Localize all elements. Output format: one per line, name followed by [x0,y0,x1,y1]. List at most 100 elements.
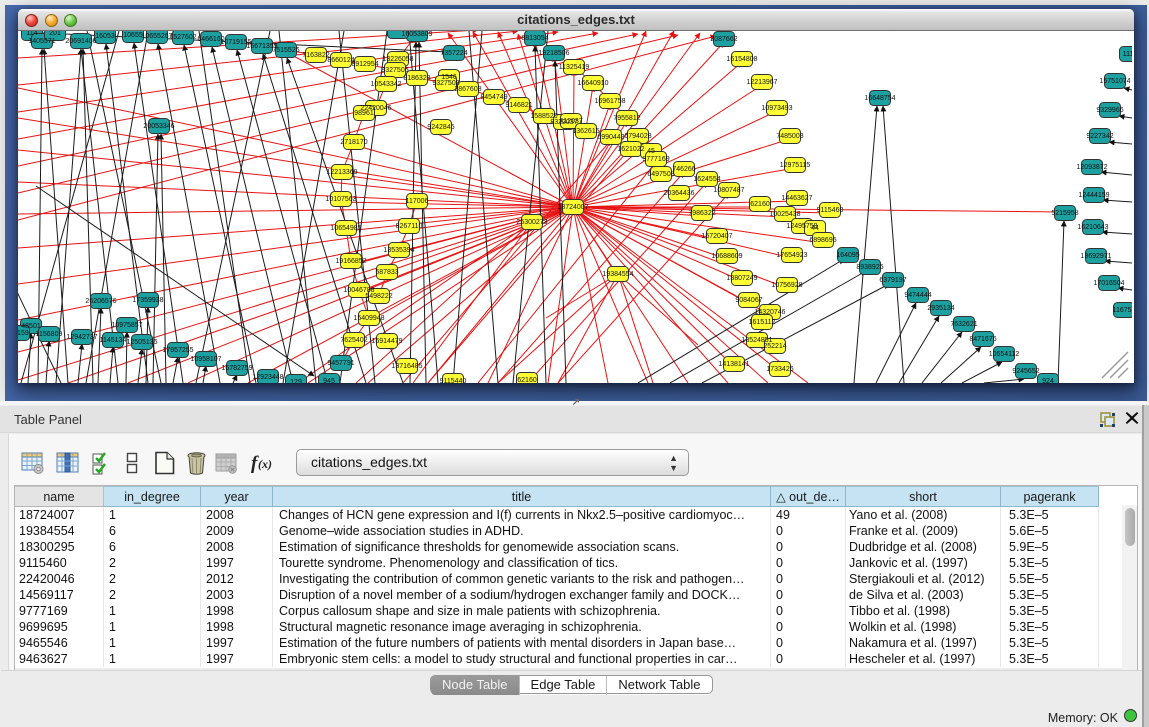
svg-text:201: 201 [49,31,61,37]
svg-text:1527602: 1527602 [169,34,196,41]
svg-text:9457791: 9457791 [327,360,354,367]
svg-text:117006: 117006 [406,198,429,205]
svg-text:17654923: 17654923 [776,252,807,259]
svg-text:12444159: 12444159 [1078,192,1109,199]
svg-text:20364436: 20364436 [663,190,694,197]
svg-text:1117: 1117 [1123,51,1132,58]
svg-text:8912954: 8912954 [351,61,378,68]
svg-text:8471676: 8471676 [969,336,996,343]
svg-text:19218506: 19218506 [538,50,569,57]
svg-text:15751074: 15751074 [1099,78,1130,85]
svg-text:6990443: 6990443 [597,134,624,141]
svg-text:12093872: 12093872 [1076,164,1107,171]
svg-text:19166852: 19166852 [335,258,366,265]
svg-text:1621022: 1621022 [617,146,644,153]
svg-text:12923448: 12923448 [252,374,283,381]
svg-text:2935134: 2935134 [927,305,954,312]
svg-text:48501: 48501 [21,323,41,330]
svg-text:9245652: 9245652 [1012,368,1039,375]
svg-text:945: 945 [323,378,335,383]
svg-text:10973493: 10973493 [761,105,792,112]
svg-text:18807249: 18807249 [726,275,757,282]
svg-text:9242845: 9242845 [427,124,454,131]
svg-text:12213967: 12213967 [746,79,777,86]
svg-text:15720407: 15720407 [701,233,732,240]
svg-text:10655267: 10655267 [141,33,172,40]
svg-text:8813054: 8813054 [521,35,548,42]
svg-text:15409948: 15409948 [353,315,384,322]
svg-text:14138141: 14138141 [718,361,749,368]
svg-text:20053346: 20053346 [143,123,174,130]
svg-text:9115440: 9115440 [440,378,467,383]
svg-text:17359938: 17359938 [132,297,163,304]
svg-text:7163822: 7163822 [302,52,329,59]
svg-text:13692971: 13692971 [1080,253,1111,260]
svg-text:62160: 62160 [750,201,770,208]
svg-text:16648754: 16648754 [864,95,895,102]
svg-text:7485003: 7485003 [776,133,803,140]
svg-text:13535394: 13535394 [383,247,414,254]
svg-text:5498222: 5498222 [365,293,392,300]
svg-text:10688609: 10688609 [711,253,742,260]
svg-text:1624554: 1624554 [693,176,720,183]
svg-text:7357224: 7357224 [440,50,467,57]
svg-text:2087662: 2087662 [710,36,737,43]
svg-text:10756928: 10756928 [771,282,802,289]
svg-text:10107563: 10107563 [325,196,356,203]
svg-text:587833: 587833 [375,269,398,276]
svg-text:10655: 10655 [123,32,143,39]
svg-text:1615112: 1615112 [749,319,776,326]
svg-text:9777169: 9777169 [642,156,669,163]
svg-text:2867608: 2867608 [454,86,481,93]
svg-text:44: 44 [811,225,819,232]
svg-text:10543342: 10543342 [370,81,401,88]
svg-text:9329966: 9329966 [1096,107,1123,114]
svg-text:17957255: 17957255 [162,347,193,354]
svg-text:39159: 39159 [18,330,29,337]
svg-text:924: 924 [1042,378,1054,383]
svg-text:(x): (x) [258,457,272,471]
svg-text:7625402: 7625402 [340,337,367,344]
svg-text:114: 114 [26,31,37,37]
svg-text:8938925: 8938925 [856,264,883,271]
svg-text:9227342: 9227342 [1086,133,1113,140]
svg-text:17016504: 17016504 [1093,280,1124,287]
svg-text:1156809: 1156809 [36,331,63,338]
svg-text:25300273: 25300273 [516,219,547,226]
svg-text:12505135: 12505135 [126,339,157,346]
svg-text:9327505: 9327505 [381,67,408,74]
svg-text:9084067: 9084067 [735,297,762,304]
svg-text:10958107: 10958107 [190,356,221,363]
svg-text:9115460: 9115460 [817,207,844,214]
svg-text:12942737: 12942737 [66,334,97,341]
svg-text:10975857: 10975857 [111,322,142,329]
svg-text:1733426: 1733426 [766,366,793,373]
svg-text:14463627: 14463627 [781,195,812,202]
svg-text:9146821: 9146821 [505,102,532,109]
svg-text:20691406: 20691406 [65,38,96,45]
svg-text:1405571: 1405571 [28,38,55,45]
svg-text:5215958: 5215958 [1051,210,1078,217]
svg-text:7986322: 7986322 [688,210,715,217]
svg-text:14320746: 14320746 [754,309,785,316]
svg-text:10025438: 10025438 [769,211,800,218]
svg-text:7515526: 7515526 [272,47,299,54]
svg-text:7955812: 7955812 [613,115,640,122]
svg-text:16210643: 16210643 [1077,224,1108,231]
svg-text:7632621: 7632621 [950,321,977,328]
svg-text:8267110: 8267110 [396,223,423,230]
svg-text:16154808: 16154808 [726,56,757,63]
svg-text:10654112: 10654112 [989,351,1020,358]
svg-text:11325419: 11325419 [559,64,590,71]
svg-text:26206576: 26206576 [85,298,116,305]
svg-text:45: 45 [647,148,655,155]
svg-text:6898695: 6898695 [809,237,836,244]
svg-text:12975115: 12975115 [780,162,811,169]
svg-text:16961758: 16961758 [594,98,625,105]
svg-text:6497508: 6497508 [647,171,674,178]
svg-text:16914479: 16914479 [371,338,402,345]
svg-text:16053: 16053 [95,33,115,40]
svg-text:10654985: 10654985 [330,225,361,232]
svg-text:16053809: 16053809 [401,31,432,38]
svg-text:12213369: 12213369 [326,169,357,176]
